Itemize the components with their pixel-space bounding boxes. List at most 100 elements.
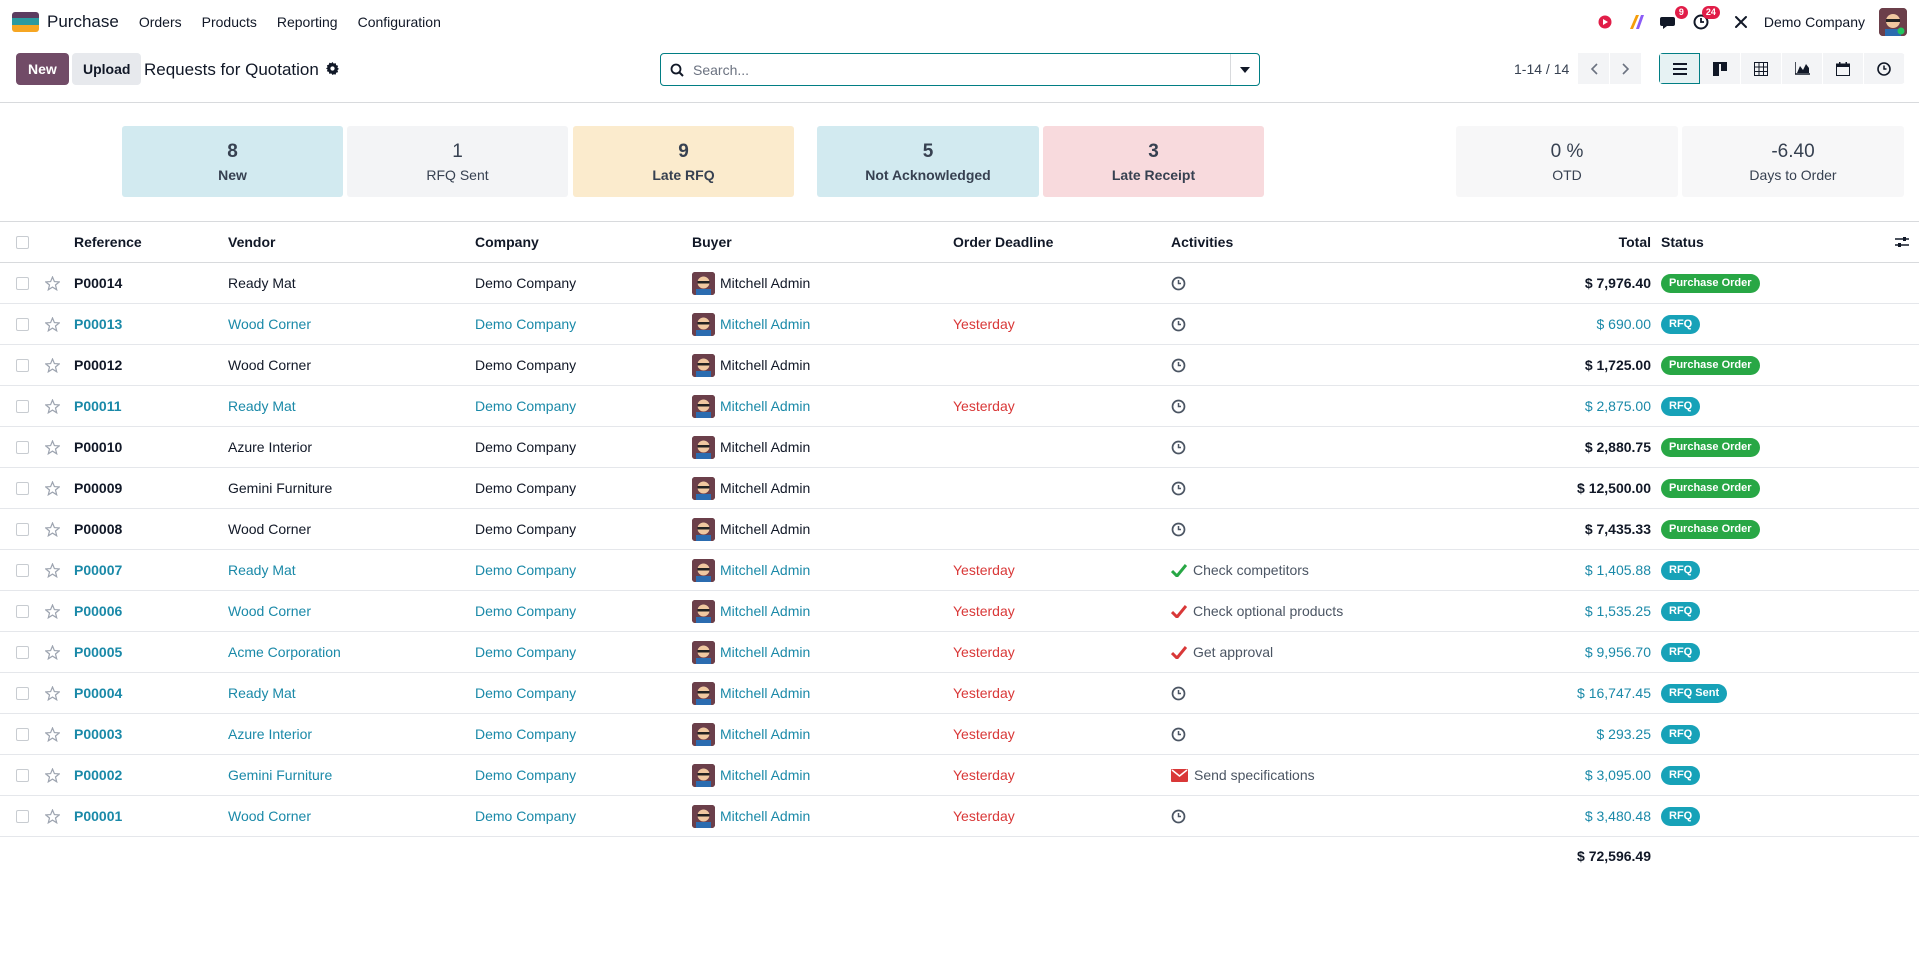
debug-tools-icon[interactable]	[1732, 13, 1750, 31]
kanban-view-button[interactable]	[1700, 53, 1741, 84]
header-order-deadline[interactable]: Order Deadline	[953, 222, 1053, 262]
row-reference[interactable]: P00012	[74, 345, 122, 385]
clock-icon[interactable]	[1171, 481, 1186, 496]
row-activity[interactable]: Send specifications	[1171, 755, 1315, 795]
check-red-icon[interactable]	[1171, 604, 1187, 618]
app-name[interactable]: Purchase	[47, 12, 119, 32]
row-buyer[interactable]: Mitchell Admin	[692, 427, 810, 467]
row-buyer[interactable]: Mitchell Admin	[692, 304, 810, 344]
row-reference[interactable]: P00001	[74, 796, 122, 836]
tile-rfq-sent[interactable]: 1 RFQ Sent	[347, 126, 568, 197]
settings-gear-icon[interactable]	[325, 60, 339, 80]
table-row[interactable]: P00005 Acme Corporation Demo Company Mitche…	[0, 632, 1919, 673]
header-company[interactable]: Company	[475, 222, 539, 262]
envelope-icon[interactable]	[1171, 768, 1188, 782]
header-status[interactable]: Status	[1661, 222, 1704, 262]
row-buyer[interactable]: Mitchell Admin	[692, 714, 810, 754]
row-company[interactable]: Demo Company	[475, 673, 576, 713]
clock-icon[interactable]	[1171, 727, 1186, 742]
table-row[interactable]: P00002 Gemini Furniture Demo Company Mitche…	[0, 755, 1919, 796]
row-checkbox[interactable]	[16, 304, 29, 344]
row-buyer[interactable]: Mitchell Admin	[692, 632, 810, 672]
row-vendor[interactable]: Gemini Furniture	[228, 755, 332, 795]
row-vendor[interactable]: Wood Corner	[228, 591, 311, 631]
check-red-icon[interactable]	[1171, 645, 1187, 659]
header-activities[interactable]: Activities	[1171, 222, 1233, 262]
row-checkbox[interactable]	[16, 509, 29, 549]
search-input[interactable]	[693, 54, 1230, 85]
favorite-star-icon[interactable]	[45, 345, 60, 385]
row-company[interactable]: Demo Company	[475, 550, 576, 590]
row-vendor[interactable]: Ready Mat	[228, 550, 296, 590]
row-vendor[interactable]: Wood Corner	[228, 304, 311, 344]
row-activity[interactable]	[1171, 796, 1192, 836]
row-company[interactable]: Demo Company	[475, 386, 576, 426]
header-total[interactable]: Total	[1619, 222, 1651, 262]
row-activity[interactable]	[1171, 673, 1192, 713]
row-vendor[interactable]: Wood Corner	[228, 345, 311, 385]
row-company[interactable]: Demo Company	[475, 427, 576, 467]
row-activity[interactable]	[1171, 263, 1192, 303]
clock-icon[interactable]	[1171, 317, 1186, 332]
record-icon[interactable]	[1596, 13, 1614, 31]
pager-next-button[interactable]	[1610, 53, 1641, 84]
table-row[interactable]: P00007 Ready Mat Demo Company Mitchell Admi…	[0, 550, 1919, 591]
favorite-star-icon[interactable]	[45, 427, 60, 467]
activities-clock-icon[interactable]: 24	[1692, 5, 1720, 31]
row-checkbox[interactable]	[16, 386, 29, 426]
user-avatar[interactable]	[1879, 7, 1907, 36]
pivot-view-button[interactable]	[1741, 53, 1782, 84]
row-vendor[interactable]: Wood Corner	[228, 796, 311, 836]
row-checkbox[interactable]	[16, 632, 29, 672]
row-vendor[interactable]: Azure Interior	[228, 427, 312, 467]
table-row[interactable]: P00008 Wood Corner Demo Company Mitchell Ad…	[0, 509, 1919, 550]
new-button[interactable]: New	[16, 53, 69, 85]
row-buyer[interactable]: Mitchell Admin	[692, 509, 810, 549]
menu-configuration[interactable]: Configuration	[358, 14, 441, 30]
row-buyer[interactable]: Mitchell Admin	[692, 673, 810, 713]
row-reference[interactable]: P00006	[74, 591, 122, 631]
favorite-star-icon[interactable]	[45, 673, 60, 713]
table-row[interactable]: P00004 Ready Mat Demo Company Mitchell Admi…	[0, 673, 1919, 714]
header-reference[interactable]: Reference	[74, 222, 142, 262]
header-vendor[interactable]: Vendor	[228, 222, 275, 262]
pager-previous-button[interactable]	[1578, 53, 1609, 84]
row-activity[interactable]	[1171, 427, 1192, 467]
favorite-star-icon[interactable]	[45, 468, 60, 508]
select-all-checkbox[interactable]	[16, 222, 29, 262]
row-vendor[interactable]: Acme Corporation	[228, 632, 341, 672]
row-buyer[interactable]: Mitchell Admin	[692, 550, 810, 590]
table-row[interactable]: P00010 Azure Interior Demo Company Mitchell…	[0, 427, 1919, 468]
list-view-button[interactable]	[1659, 53, 1700, 84]
row-buyer[interactable]: Mitchell Admin	[692, 263, 810, 303]
tile-not-acknowledged[interactable]: 5 Not Acknowledged	[817, 126, 1039, 197]
menu-reporting[interactable]: Reporting	[277, 14, 338, 30]
table-row[interactable]: P00013 Wood Corner Demo Company Mitchell Ad…	[0, 304, 1919, 345]
row-checkbox[interactable]	[16, 550, 29, 590]
row-activity[interactable]	[1171, 386, 1192, 426]
favorite-star-icon[interactable]	[45, 755, 60, 795]
row-vendor[interactable]: Gemini Furniture	[228, 468, 332, 508]
row-reference[interactable]: P00007	[74, 550, 122, 590]
row-company[interactable]: Demo Company	[475, 304, 576, 344]
clock-icon[interactable]	[1171, 276, 1186, 291]
activity-view-button[interactable]	[1864, 53, 1905, 84]
favorite-star-icon[interactable]	[45, 550, 60, 590]
row-company[interactable]: Demo Company	[475, 796, 576, 836]
row-reference[interactable]: P00005	[74, 632, 122, 672]
row-buyer[interactable]: Mitchell Admin	[692, 386, 810, 426]
row-company[interactable]: Demo Company	[475, 755, 576, 795]
row-company[interactable]: Demo Company	[475, 591, 576, 631]
table-row[interactable]: P00011 Ready Mat Demo Company Mitchell Admi…	[0, 386, 1919, 427]
row-activity[interactable]	[1171, 509, 1192, 549]
row-company[interactable]: Demo Company	[475, 509, 576, 549]
clock-icon[interactable]	[1171, 358, 1186, 373]
row-company[interactable]: Demo Company	[475, 714, 576, 754]
clock-icon[interactable]	[1171, 809, 1186, 824]
row-checkbox[interactable]	[16, 591, 29, 631]
row-activity[interactable]	[1171, 468, 1192, 508]
row-activity[interactable]: Check optional products	[1171, 591, 1343, 631]
row-vendor[interactable]: Ready Mat	[228, 673, 296, 713]
row-reference[interactable]: P00014	[74, 263, 122, 303]
row-buyer[interactable]: Mitchell Admin	[692, 591, 810, 631]
